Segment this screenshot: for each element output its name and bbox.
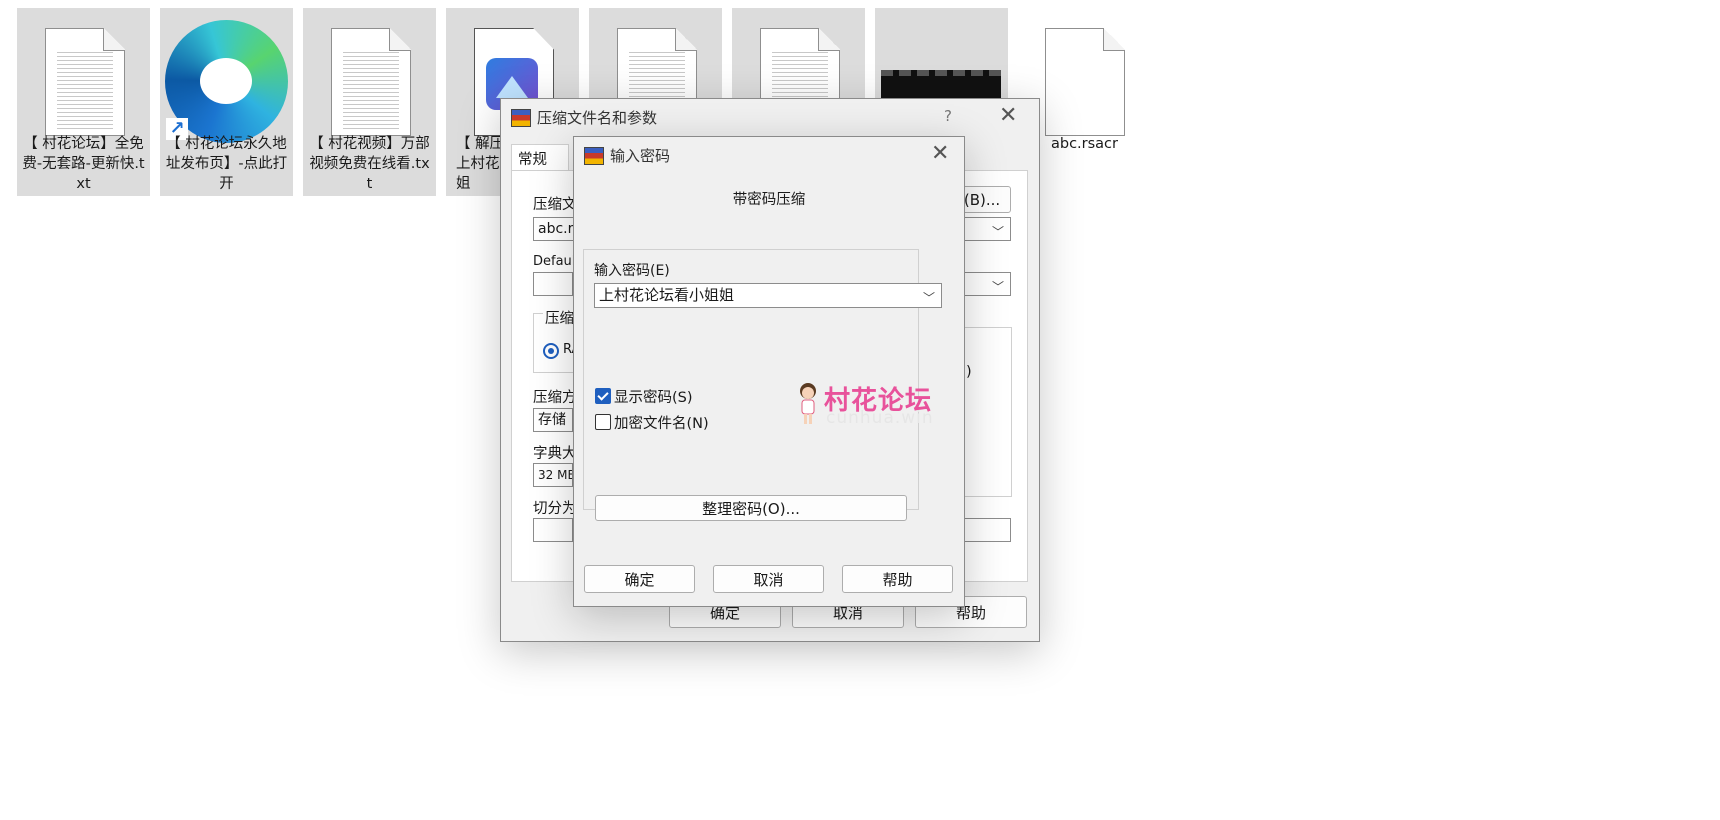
edge-browser-icon: ↗	[160, 18, 293, 143]
winrar-icon	[511, 109, 531, 127]
password-dialog-title: 输入密码	[610, 147, 671, 165]
close-icon[interactable]: ✕	[931, 141, 949, 166]
winrar-icon	[584, 147, 604, 165]
encrypt-filenames-label[interactable]: 加密文件名(N)	[614, 412, 709, 433]
dictionary-select[interactable]: 32 MB	[533, 463, 573, 487]
encrypt-filenames-checkbox[interactable]	[595, 414, 611, 430]
chevron-down-icon: ﹀	[991, 225, 1004, 239]
password-dialog: 输入密码 ✕ 带密码压缩 输入密码(E) 上村花论坛看小姐姐 ﹀ 显示密码(S)…	[573, 136, 965, 607]
rar-radio[interactable]	[543, 343, 559, 359]
archive-dialog-titlebar[interactable]: 压缩文件名和参数 ? ✕	[501, 99, 1039, 133]
tab-general[interactable]: 常规	[511, 144, 569, 171]
file-name: 【 村花论坛永久地址发布页】-点此打开	[165, 136, 288, 192]
enter-password-label: 输入密码(E)	[594, 263, 670, 279]
password-panel: 输入密码(E) 上村花论坛看小姐姐 ﹀ 显示密码(S) 加密文件名(N) 村花论…	[583, 249, 942, 521]
options-fragment: )	[966, 364, 972, 380]
text-file-icon	[303, 18, 436, 136]
method-select[interactable]: 存储	[533, 408, 573, 432]
watermark-url: cunhua.win	[826, 408, 934, 428]
girl-mascot-icon	[800, 383, 816, 424]
close-icon[interactable]: ✕	[999, 103, 1017, 128]
cancel-button[interactable]: 取消	[713, 565, 824, 593]
password-dialog-titlebar[interactable]: 输入密码 ✕	[574, 137, 964, 171]
archive-name-dropdown[interactable]: ﹀	[963, 217, 1011, 241]
file-item-txt-2[interactable]: 【 村花视频】万部视频免费在线看.txt	[303, 8, 436, 196]
tab-general-label: 常规	[518, 152, 547, 168]
file-name: 【 村花论坛】全免费-无套路-更新快.txt	[22, 136, 145, 192]
method-label: 压缩方	[533, 390, 577, 406]
profile-select[interactable]	[533, 272, 573, 296]
site-watermark: 村花论坛 cunhua.win	[796, 382, 946, 430]
chevron-down-icon: ﹀	[922, 291, 935, 305]
help-button[interactable]: 帮助	[842, 565, 953, 593]
split-label: 切分为	[533, 501, 577, 517]
file-item-txt-1[interactable]: 【 村花论坛】全免费-无套路-更新快.txt	[17, 8, 150, 196]
split-select[interactable]	[533, 518, 573, 542]
format-group-label: 压缩	[543, 307, 576, 328]
split-dropdown[interactable]	[963, 518, 1011, 542]
password-input[interactable]: 上村花论坛看小姐姐 ﹀	[594, 283, 942, 308]
ok-button[interactable]: 确定	[584, 565, 695, 593]
archive-name-label: 压缩文	[533, 197, 577, 213]
file-item-edge-shortcut[interactable]: ↗ 【 村花论坛永久地址发布页】-点此打开	[160, 8, 293, 196]
profile-dropdown[interactable]: ﹀	[963, 272, 1011, 296]
help-icon[interactable]: ?	[944, 107, 952, 125]
password-heading: 带密码压缩	[732, 192, 806, 208]
file-name: 【 村花视频】万部视频免费在线看.txt	[309, 136, 430, 192]
text-file-icon	[17, 18, 150, 136]
dictionary-label: 字典大	[533, 446, 577, 462]
file-name: abc.rsacr	[1050, 136, 1118, 152]
show-password-label[interactable]: 显示密码(S)	[614, 386, 693, 407]
chevron-down-icon: ﹀	[991, 280, 1004, 294]
show-password-checkbox[interactable]	[595, 388, 611, 404]
options-group	[963, 327, 1012, 497]
archive-dialog-title: 压缩文件名和参数	[537, 109, 658, 127]
organize-passwords-button[interactable]: 整理密码(O)...	[595, 495, 907, 521]
password-value: 上村花论坛看小姐姐	[599, 286, 735, 304]
